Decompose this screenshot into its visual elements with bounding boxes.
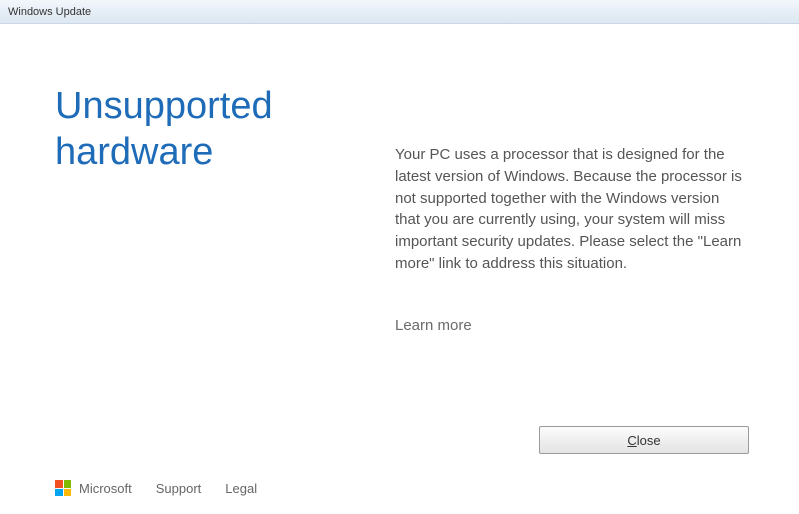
window-title: Windows Update — [8, 6, 91, 18]
brand-label: Microsoft — [79, 481, 132, 496]
learn-more-link[interactable]: Learn more — [395, 315, 472, 337]
dialog-content: Unsupported hardware Your PC uses a proc… — [0, 24, 799, 514]
close-button[interactable]: Close — [539, 426, 749, 454]
close-button-suffix: lose — [637, 433, 661, 448]
microsoft-logo-icon — [55, 480, 71, 496]
support-link[interactable]: Support — [156, 481, 202, 496]
titlebar: Windows Update — [0, 0, 799, 24]
microsoft-brand: Microsoft — [55, 480, 132, 496]
message-column: Your PC uses a processor that is designe… — [395, 144, 745, 336]
message-body: Your PC uses a processor that is designe… — [395, 144, 745, 275]
footer: Microsoft Support Legal — [55, 480, 257, 496]
legal-link[interactable]: Legal — [225, 481, 257, 496]
page-title: Unsupported hardware — [55, 84, 355, 175]
close-button-accesskey: C — [627, 433, 636, 448]
